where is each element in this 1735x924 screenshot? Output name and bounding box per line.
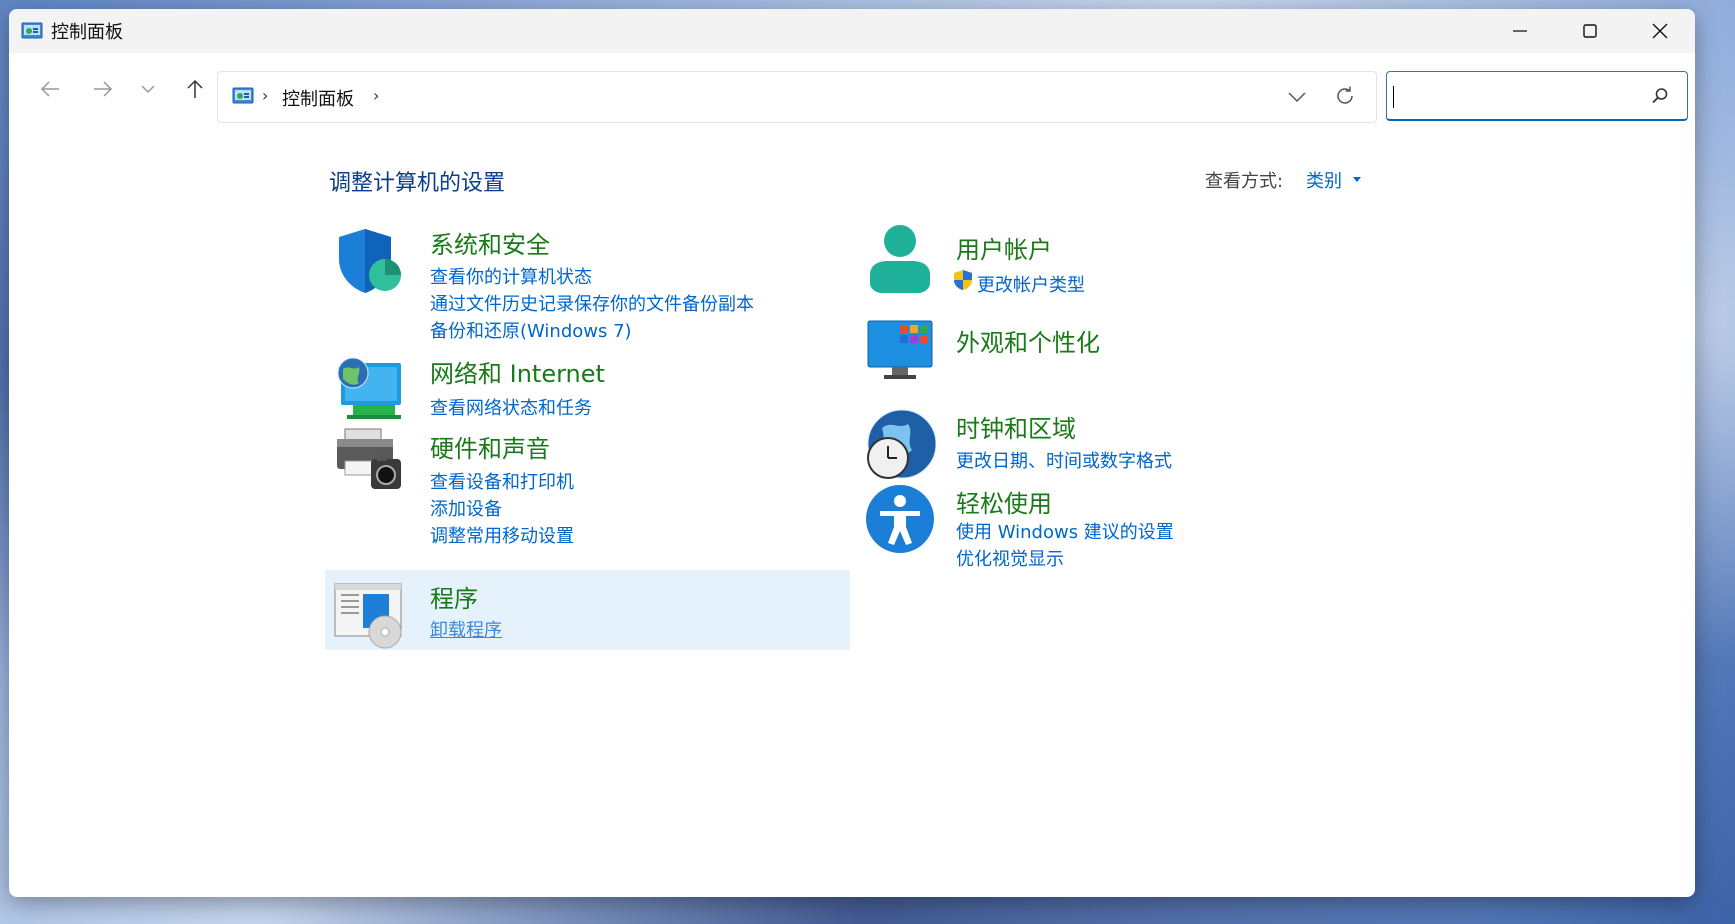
search-input[interactable]: [1393, 82, 1647, 110]
control-panel-icon: [232, 87, 254, 104]
link-uninstall-program[interactable]: 卸载程序: [430, 616, 502, 642]
breadcrumb-control-panel[interactable]: 控制面板: [282, 85, 354, 111]
monitor-tiles-icon: [867, 320, 933, 379]
refresh-icon: [1337, 86, 1353, 104]
dropdown-arrow-icon[interactable]: [1353, 177, 1361, 182]
link-date-time-format[interactable]: 更改日期、时间或数字格式: [956, 447, 1172, 473]
close-button[interactable]: [1625, 9, 1695, 53]
link-network-status[interactable]: 查看网络状态和任务: [430, 394, 592, 420]
link-file-history-backup[interactable]: 通过文件历史记录保存你的文件备份副本: [430, 290, 754, 316]
up-button[interactable]: [179, 73, 211, 105]
control-panel-window: 控制面板 › 控制面板 › 调整计算机的设置 查看方式: 类别 系统和安全 查看…: [9, 9, 1695, 897]
maximize-button[interactable]: [1555, 9, 1625, 53]
link-windows-recommended[interactable]: 使用 Windows 建议的设置: [956, 518, 1174, 544]
forward-arrow-icon: [94, 81, 113, 97]
refresh-button[interactable]: [1334, 85, 1356, 111]
category-title-clock-region[interactable]: 时钟和区域: [956, 409, 1076, 444]
maximize-icon: [1583, 24, 1597, 38]
breadcrumb-separator[interactable]: ›: [262, 86, 268, 105]
back-arrow-icon: [40, 81, 59, 97]
main-content: 调整计算机的设置 查看方式: 类别 系统和安全 查看你的计算机状态 通过文件历史…: [9, 125, 1695, 897]
chevron-down-icon: [141, 85, 155, 94]
recent-locations-button[interactable]: [132, 73, 164, 105]
link-optimize-visual-display[interactable]: 优化视觉显示: [956, 545, 1064, 571]
address-history-button[interactable]: [1288, 88, 1306, 107]
up-arrow-icon: [187, 79, 203, 98]
back-button[interactable]: [34, 73, 66, 105]
title-bar: 控制面板: [9, 9, 1695, 53]
link-view-computer-status[interactable]: 查看你的计算机状态: [430, 263, 592, 289]
category-title-programs[interactable]: 程序: [430, 579, 478, 614]
breadcrumb-separator[interactable]: ›: [373, 86, 379, 105]
window-controls: [1485, 9, 1695, 53]
forward-button[interactable]: [87, 73, 119, 105]
minimize-button[interactable]: [1485, 9, 1555, 53]
category-title-user-accounts[interactable]: 用户帐户: [956, 230, 1052, 265]
category-title-appearance[interactable]: 外观和个性化: [956, 323, 1100, 358]
search-box[interactable]: [1386, 71, 1688, 121]
accessibility-icon: [866, 485, 934, 553]
network-globe-icon: [337, 357, 401, 419]
programs-disc-icon: [334, 583, 402, 649]
user-icon: [870, 225, 930, 293]
printer-camera-icon: [337, 428, 401, 489]
window-title: 控制面板: [51, 22, 123, 43]
view-by-dropdown[interactable]: 类别: [1306, 167, 1342, 193]
uac-shield-icon: [954, 270, 972, 290]
clock-globe-icon: [867, 409, 936, 479]
category-title-system-security[interactable]: 系统和安全: [430, 225, 550, 260]
navigation-bar: › 控制面板 ›: [9, 53, 1695, 125]
link-backup-restore[interactable]: 备份和还原(Windows 7): [430, 317, 632, 343]
link-devices-printers[interactable]: 查看设备和打印机: [430, 468, 574, 494]
category-title-hardware-sound[interactable]: 硬件和声音: [430, 429, 550, 464]
text-cursor: [1393, 86, 1394, 108]
page-title: 调整计算机的设置: [329, 171, 506, 196]
control-panel-icon: [21, 22, 43, 39]
category-title-network-internet[interactable]: 网络和 Internet: [430, 354, 605, 389]
security-shield-icon: [339, 229, 401, 293]
chevron-down-icon: [1288, 92, 1306, 103]
close-icon: [1652, 23, 1668, 39]
address-bar[interactable]: › 控制面板 ›: [217, 71, 1377, 123]
view-by-label: 查看方式:: [1205, 171, 1284, 192]
link-add-device[interactable]: 添加设备: [430, 495, 502, 521]
minimize-icon: [1513, 30, 1527, 32]
search-icon: [1652, 88, 1668, 104]
link-mobility-settings[interactable]: 调整常用移动设置: [430, 522, 574, 548]
category-title-ease-of-access[interactable]: 轻松使用: [956, 484, 1052, 519]
link-change-account-type[interactable]: 更改帐户类型: [977, 271, 1085, 297]
